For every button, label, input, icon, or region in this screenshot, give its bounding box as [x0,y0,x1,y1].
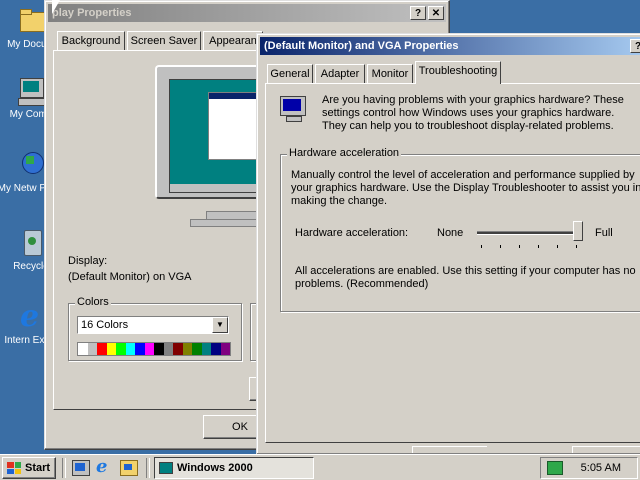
close-button[interactable]: ✕ [428,6,444,20]
slider-tick [538,245,539,248]
computer-icon [16,76,46,106]
palette-swatch [182,343,192,355]
chevron-down-icon[interactable]: ▼ [212,317,228,333]
hardware-acceleration-group: Hardware acceleration Manually control t… [280,147,640,312]
show-desktop-icon[interactable] [72,460,90,476]
title-bar[interactable]: (Default Monitor) and VGA Properties ? [260,37,640,55]
slider-track [477,231,577,235]
slider-tick [519,245,520,248]
monitor-icon [280,96,306,122]
task-label: Windows 2000 [177,462,253,474]
display-label: Display: [68,255,108,267]
hardware-acceleration-description: Manually control the level of accelerati… [291,169,640,207]
palette-swatch [87,343,97,355]
acceleration-status-text: All accelerations are enabled. Use this … [295,265,636,290]
palette-swatch [78,343,88,355]
slider-tick [576,245,577,248]
system-tray: 5:05 AM [540,457,638,479]
network-tray-icon[interactable] [547,461,563,475]
slider-max-label: Full [595,227,613,239]
clock[interactable]: 5:05 AM [581,462,621,474]
taskbar: Start e Windows 2000 5:05 AM [0,454,640,480]
palette-swatch [116,343,126,355]
window-title: play Properties [52,7,132,19]
slider-ticks [477,245,587,248]
recycle-bin-icon [16,228,46,258]
outlook-express-icon[interactable] [120,460,138,476]
ie-icon[interactable]: e [96,456,107,477]
tab-screen-saver[interactable]: Screen Saver [127,31,201,50]
colors-select-value: 16 Colors [81,319,129,331]
quick-launch-separator [62,458,66,478]
help-button[interactable]: ? [630,39,640,53]
slider-label: Hardware acceleration: [295,227,409,239]
tab-troubleshooting[interactable]: Troubleshooting [415,61,501,84]
slider-tick [481,245,482,248]
palette-swatch [163,343,173,355]
slider-thumb[interactable] [573,221,583,241]
palette-swatch [106,343,116,355]
tab-background[interactable]: Background [57,31,125,50]
palette-swatch [211,343,221,355]
palette-swatch [192,343,202,355]
vga-properties-window: (Default Monitor) and VGA Properties ? G… [256,33,640,455]
palette-swatch [125,343,135,355]
tab-appearance[interactable]: Appearan [203,31,263,50]
start-button[interactable]: Start [2,457,56,479]
mouse-cursor-icon [52,0,60,14]
start-label: Start [25,462,51,474]
taskbar-button-windows-2000[interactable]: Windows 2000 [154,457,314,479]
colors-group: Colors 16 Colors ▼ [68,296,242,361]
palette-swatch [144,343,154,355]
slider-tick [500,245,501,248]
network-icon [16,150,46,180]
windows-logo-icon [7,462,21,474]
palette-swatch [173,343,183,355]
folder-icon [16,6,46,36]
slider-tick [557,245,558,248]
ie-icon: e [20,299,40,334]
palette-swatch [97,343,107,355]
bottom-buttons-partial [412,446,640,453]
palette-swatch [220,343,230,355]
tab-general[interactable]: General [267,64,313,83]
colors-select[interactable]: 16 Colors ▼ [77,316,229,334]
intro-text: Are you having problems with your graphi… [322,94,624,132]
palette-swatch [154,343,164,355]
task-separator [146,458,150,478]
slider-min-label: None [437,227,464,239]
help-button[interactable]: ? [410,6,426,20]
palette-swatch [135,343,145,355]
troubleshooting-panel: Are you having problems with your graphi… [265,83,640,443]
palette-swatch [201,343,211,355]
tab-monitor[interactable]: Monitor [367,64,413,83]
hardware-acceleration-slider[interactable] [477,221,587,248]
color-palette-bar [77,342,231,356]
title-bar[interactable]: play Properties ? ✕ [48,4,446,22]
tab-adapter[interactable]: Adapter [315,64,365,83]
hardware-acceleration-group-label: Hardware acceleration [287,147,402,159]
window-title: (Default Monitor) and VGA Properties [264,40,459,52]
colors-group-label: Colors [75,296,111,308]
display-value: (Default Monitor) on VGA [68,271,192,283]
display-properties-task-icon [159,462,173,474]
